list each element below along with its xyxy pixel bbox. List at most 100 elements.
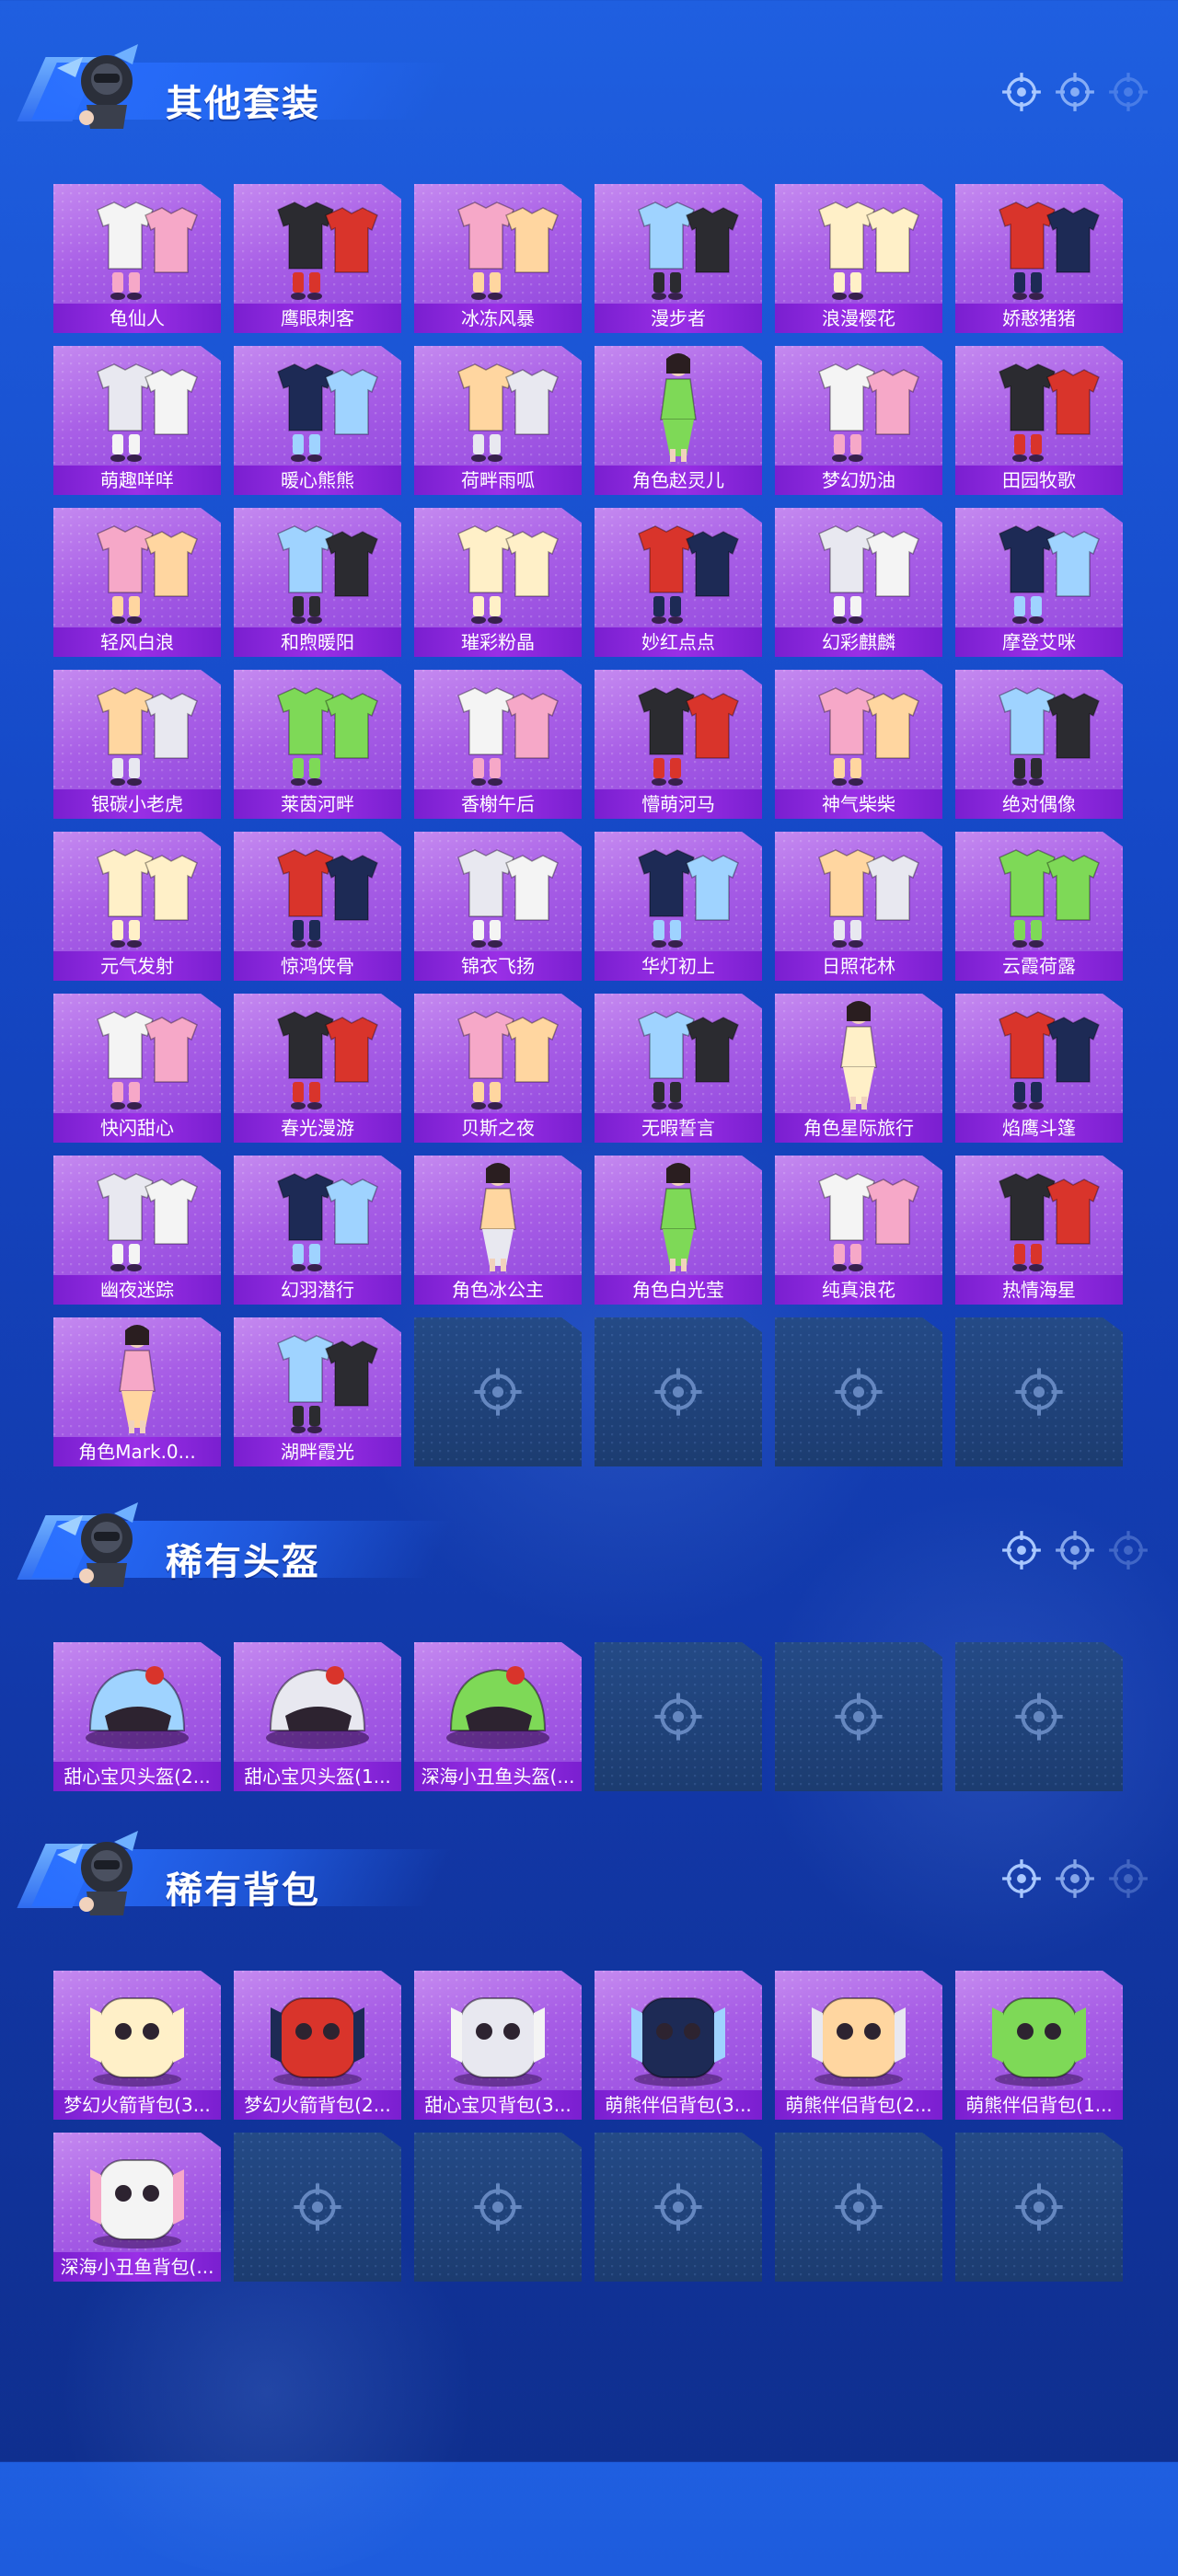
item-card[interactable]: 香榭午后 xyxy=(414,670,582,819)
item-card[interactable]: 甜心宝贝背包(3... xyxy=(414,1971,582,2120)
crosshair-icon xyxy=(1056,1531,1094,1570)
outfit-icon xyxy=(775,508,942,627)
item-label: 云霞荷露 xyxy=(955,951,1123,981)
item-label: 深海小丑鱼头盔(... xyxy=(414,1762,582,1791)
item-card[interactable]: 焰鹰斗篷 xyxy=(955,994,1123,1143)
outfit-icon xyxy=(234,994,401,1113)
item-card[interactable]: 萌趣咩咩 xyxy=(53,346,221,495)
item-card[interactable]: 梦幻火箭背包(2... xyxy=(234,1971,401,2120)
crosshair-icon xyxy=(834,1692,884,1742)
item-card[interactable]: 春光漫游 xyxy=(234,994,401,1143)
item-card[interactable]: 深海小丑鱼头盔(... xyxy=(414,1642,582,1791)
item-card[interactable]: 冰冻风暴 xyxy=(414,184,582,333)
item-card[interactable]: 萌熊伴侣背包(2... xyxy=(775,1971,942,2120)
item-card[interactable]: 甜心宝贝头盔(2... xyxy=(53,1642,221,1791)
item-card[interactable]: 暖心熊熊 xyxy=(234,346,401,495)
item-card[interactable]: 梦幻奶油 xyxy=(775,346,942,495)
item-card[interactable]: 无暇誓言 xyxy=(595,994,762,1143)
item-card[interactable]: 莱茵河畔 xyxy=(234,670,401,819)
item-card[interactable]: 萌熊伴侣背包(1... xyxy=(955,1971,1123,2120)
item-card[interactable]: 日照花林 xyxy=(775,832,942,981)
empty-slot xyxy=(955,2133,1123,2282)
item-card[interactable]: 华灯初上 xyxy=(595,832,762,981)
item-label: 角色赵灵儿 xyxy=(595,466,762,495)
item-label: 日照花林 xyxy=(775,951,942,981)
crosshair-icon xyxy=(293,2182,342,2232)
backpack-icon xyxy=(595,1971,762,2090)
item-card[interactable]: 角色星际旅行 xyxy=(775,994,942,1143)
item-card[interactable]: 荷畔雨呱 xyxy=(414,346,582,495)
item-label: 娇憨猪猪 xyxy=(955,304,1123,333)
empty-slot xyxy=(775,1317,942,1466)
backpack-icon xyxy=(53,1971,221,2090)
item-label: 田园牧歌 xyxy=(955,466,1123,495)
item-card[interactable]: 甜心宝贝头盔(1... xyxy=(234,1642,401,1791)
item-label: 焰鹰斗篷 xyxy=(955,1113,1123,1143)
item-card[interactable]: 田园牧歌 xyxy=(955,346,1123,495)
item-label: 妙红点点 xyxy=(595,627,762,657)
item-card[interactable]: 元气发射 xyxy=(53,832,221,981)
item-card[interactable]: 鹰眼刺客 xyxy=(234,184,401,333)
item-card[interactable]: 龟仙人 xyxy=(53,184,221,333)
item-card[interactable]: 漫步者 xyxy=(595,184,762,333)
item-card[interactable]: 幽夜迷踪 xyxy=(53,1156,221,1305)
item-grid: 梦幻火箭背包(3... 梦幻火箭背包(2... 甜心宝贝背包(3... 萌熊伴侣背包(… xyxy=(53,1971,1123,2282)
item-label: 快闪甜心 xyxy=(53,1113,221,1143)
item-card[interactable]: 梦幻火箭背包(3... xyxy=(53,1971,221,2120)
item-card[interactable]: 妙红点点 xyxy=(595,508,762,657)
outfit-icon xyxy=(414,184,582,304)
crosshair-icon xyxy=(1056,1859,1094,1898)
item-card[interactable]: 银碳小老虎 xyxy=(53,670,221,819)
item-label: 甜心宝贝头盔(1... xyxy=(234,1762,401,1791)
outfit-icon xyxy=(955,670,1123,789)
item-label: 无暇誓言 xyxy=(595,1113,762,1143)
item-label: 纯真浪花 xyxy=(775,1275,942,1305)
empty-slot xyxy=(955,1317,1123,1466)
item-card[interactable]: 云霞荷露 xyxy=(955,832,1123,981)
item-card[interactable]: 绝对偶像 xyxy=(955,670,1123,819)
outfit-icon xyxy=(955,994,1123,1113)
item-card[interactable]: 轻风白浪 xyxy=(53,508,221,657)
outfit-icon xyxy=(53,346,221,466)
item-label: 浪漫樱花 xyxy=(775,304,942,333)
item-card[interactable]: 快闪甜心 xyxy=(53,994,221,1143)
item-card[interactable]: 惊鸿侠骨 xyxy=(234,832,401,981)
item-card[interactable]: 角色Mark.0... xyxy=(53,1317,221,1466)
item-card[interactable]: 锦衣飞扬 xyxy=(414,832,582,981)
backpack-icon xyxy=(53,2133,221,2252)
item-label: 鹰眼刺客 xyxy=(234,304,401,333)
item-card[interactable]: 摩登艾咪 xyxy=(955,508,1123,657)
item-card[interactable]: 贝斯之夜 xyxy=(414,994,582,1143)
item-card[interactable]: 角色白光莹 xyxy=(595,1156,762,1305)
item-card[interactable]: 幻羽潜行 xyxy=(234,1156,401,1305)
item-card[interactable]: 神气柴柴 xyxy=(775,670,942,819)
item-card[interactable]: 幻彩麒麟 xyxy=(775,508,942,657)
crosshair-icon xyxy=(653,2182,703,2232)
item-card[interactable]: 纯真浪花 xyxy=(775,1156,942,1305)
item-card[interactable]: 和煦暖阳 xyxy=(234,508,401,657)
item-card[interactable]: 热情海星 xyxy=(955,1156,1123,1305)
item-card[interactable]: 懵萌河马 xyxy=(595,670,762,819)
item-card[interactable]: 角色冰公主 xyxy=(414,1156,582,1305)
outfit-icon xyxy=(775,1156,942,1275)
item-label: 懵萌河马 xyxy=(595,789,762,819)
item-card[interactable]: 湖畔霞光 xyxy=(234,1317,401,1466)
header-crosshair-group xyxy=(1001,1530,1158,1572)
crosshair-icon xyxy=(1002,73,1041,111)
crosshair-icon xyxy=(473,1367,523,1417)
item-label: 华灯初上 xyxy=(595,951,762,981)
item-card[interactable]: 娇憨猪猪 xyxy=(955,184,1123,333)
outfit-icon xyxy=(234,670,401,789)
item-label: 璀彩粉晶 xyxy=(414,627,582,657)
item-card[interactable]: 浪漫樱花 xyxy=(775,184,942,333)
item-card[interactable]: 角色赵灵儿 xyxy=(595,346,762,495)
outfit-icon xyxy=(234,184,401,304)
crosshair-icon xyxy=(473,2182,523,2232)
character-icon xyxy=(595,346,762,466)
item-card[interactable]: 璀彩粉晶 xyxy=(414,508,582,657)
item-card[interactable]: 深海小丑鱼背包(... xyxy=(53,2133,221,2282)
empty-slot xyxy=(234,2133,401,2282)
item-label: 贝斯之夜 xyxy=(414,1113,582,1143)
item-card[interactable]: 萌熊伴侣背包(3... xyxy=(595,1971,762,2120)
character-icon xyxy=(53,1317,221,1437)
